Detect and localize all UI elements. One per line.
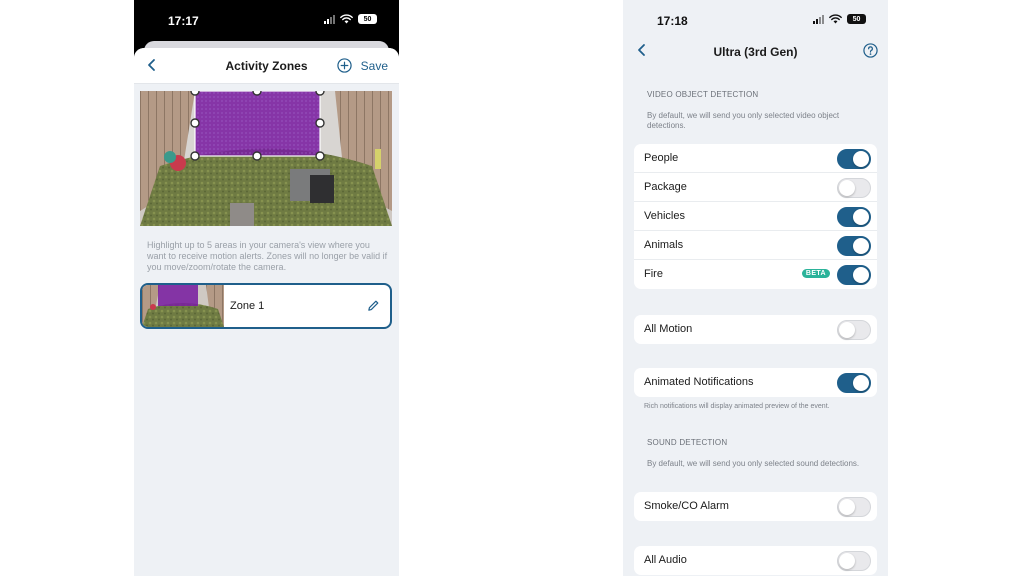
- sound-detection-section-title: SOUND DETECTION: [647, 438, 728, 447]
- detection-row-package: Package: [634, 173, 877, 202]
- wifi-icon: [829, 14, 842, 24]
- battery-icon: 50: [847, 14, 866, 24]
- zone-name: Zone 1: [230, 300, 265, 312]
- people-toggle[interactable]: [837, 149, 871, 169]
- animated-notifications-label: Animated Notifications: [644, 376, 754, 388]
- status-time: 17:17: [168, 14, 199, 28]
- battery-icon: 50: [358, 14, 377, 24]
- detection-label: Package: [644, 181, 687, 193]
- status-time: 17:18: [657, 14, 688, 28]
- wifi-icon: [340, 14, 353, 24]
- package-toggle[interactable]: [837, 178, 871, 198]
- all-audio-label: All Audio: [644, 554, 687, 566]
- zones-hint-text: Highlight up to 5 areas in your camera's…: [147, 240, 388, 272]
- save-button[interactable]: Save: [361, 59, 388, 73]
- add-zone-icon[interactable]: [337, 58, 352, 73]
- all-audio-row: All Audio: [634, 546, 877, 575]
- detection-row-vehicles: Vehicles: [634, 202, 877, 231]
- detection-label: People: [644, 152, 679, 164]
- zone-thumbnail: [142, 285, 224, 327]
- screenshot-stage: 17:17 50 Activity Zones Save Highlight u…: [0, 0, 1024, 576]
- cellular-signal-icon: [813, 14, 824, 24]
- video-detection-section-title: VIDEO OBJECT DETECTION: [647, 90, 759, 99]
- vehicles-toggle[interactable]: [837, 207, 871, 227]
- all-motion-toggle[interactable]: [837, 320, 871, 340]
- camera-preview[interactable]: [140, 91, 392, 226]
- zone-list-item[interactable]: Zone 1: [140, 283, 392, 329]
- nav-bar: Ultra (3rd Gen): [623, 36, 888, 66]
- sound-detection-description: By default, we will send you only select…: [647, 459, 860, 468]
- sheet-header: Activity Zones Save: [134, 48, 399, 84]
- video-detection-description: By default, we will send you only select…: [647, 111, 840, 130]
- page-title: Ultra (3rd Gen): [713, 45, 798, 59]
- animated-notifications-group: Animated Notifications: [634, 368, 877, 397]
- all-motion-label: All Motion: [644, 323, 693, 335]
- status-icons: 50: [324, 14, 377, 24]
- detection-label: Fire: [644, 268, 663, 280]
- sound-detection-group: Smoke/CO Alarm: [634, 492, 877, 521]
- all-motion-row: All Motion: [634, 315, 877, 344]
- detection-settings-screen: 17:18 50 Ultra (3rd Gen) VIDEO OBJECT DE…: [623, 0, 888, 576]
- status-bar: 17:17 50: [134, 0, 399, 44]
- detection-row-smoke-co: Smoke/CO Alarm: [634, 492, 877, 521]
- detection-row-people: People: [634, 144, 877, 173]
- detection-label: Animals: [644, 239, 684, 251]
- animated-notifications-row: Animated Notifications: [634, 368, 877, 397]
- video-detection-group: People Package Vehicles Animals Fire BET…: [634, 144, 877, 289]
- activity-zones-sheet: Activity Zones Save Highlight up to 5 ar…: [134, 48, 399, 576]
- activity-zones-screen: 17:17 50 Activity Zones Save Highlight u…: [134, 0, 399, 576]
- detection-row-animals: Animals: [634, 231, 877, 260]
- pencil-edit-icon[interactable]: [367, 299, 380, 312]
- page-title: Activity Zones: [225, 59, 308, 73]
- all-audio-group: All Audio: [634, 546, 877, 575]
- fire-toggle[interactable]: [837, 265, 871, 285]
- detection-label: Vehicles: [644, 210, 685, 222]
- help-icon[interactable]: [863, 43, 878, 58]
- animals-toggle[interactable]: [837, 236, 871, 256]
- status-icons: 50: [813, 14, 866, 24]
- all-motion-group: All Motion: [634, 315, 877, 344]
- beta-badge: BETA: [801, 269, 830, 278]
- animated-notifications-description: Rich notifications will display animated…: [644, 403, 830, 410]
- cellular-signal-icon: [324, 14, 335, 24]
- detection-row-fire: Fire BETA: [634, 260, 877, 289]
- detection-label: Smoke/CO Alarm: [644, 500, 729, 512]
- smoke-co-alarm-toggle[interactable]: [837, 497, 871, 517]
- animated-notifications-toggle[interactable]: [837, 373, 871, 393]
- all-audio-toggle[interactable]: [837, 551, 871, 571]
